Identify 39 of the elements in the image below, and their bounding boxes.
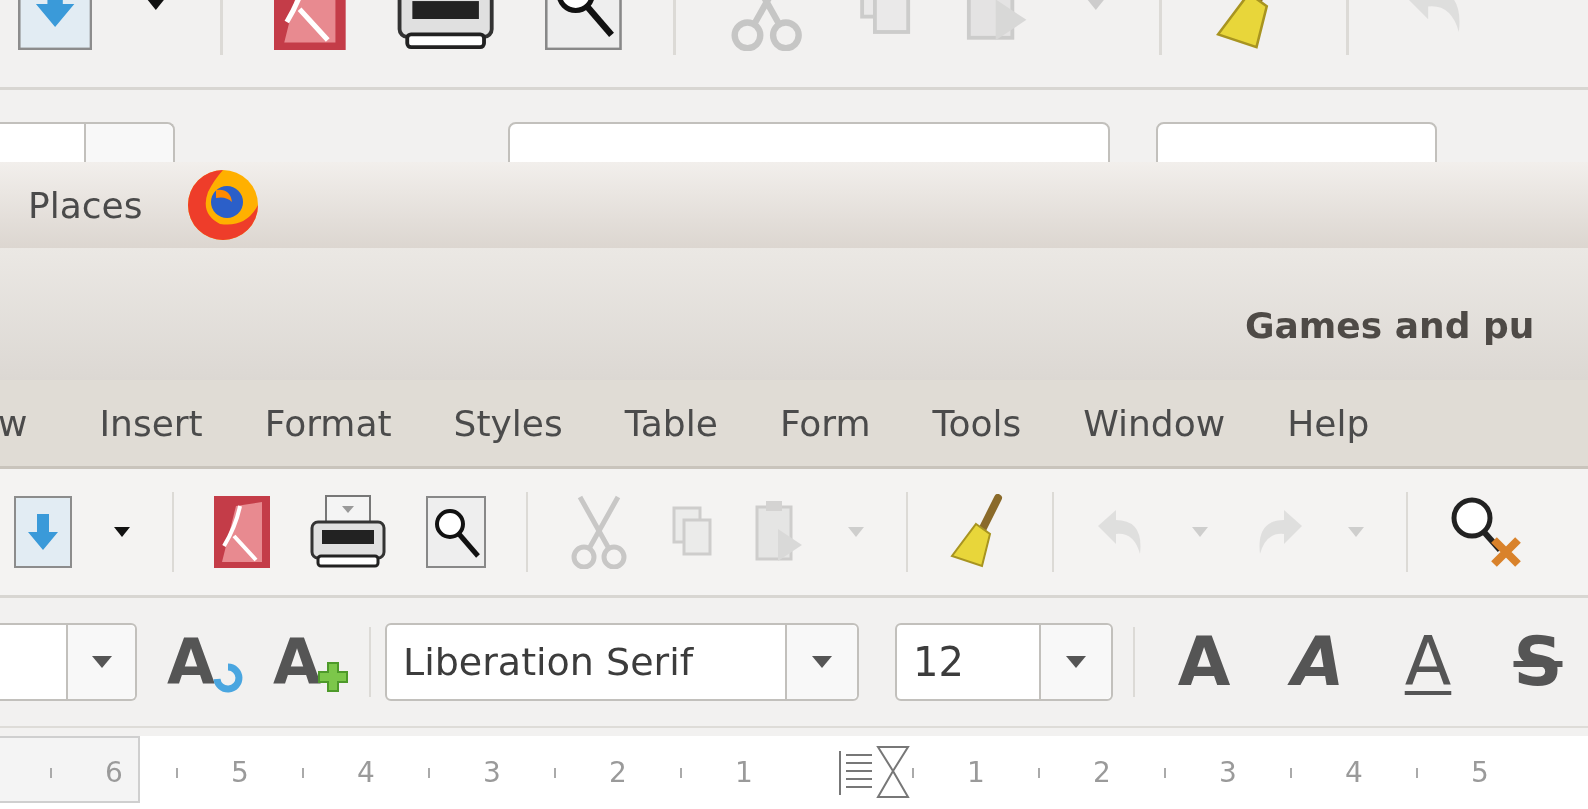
ruler-number: 4 <box>1344 756 1364 789</box>
ruler-number: 1 <box>966 756 986 789</box>
ruler-number: 5 <box>230 756 250 789</box>
dropdown-arrow-icon <box>1065 655 1087 669</box>
font-name-field[interactable]: Liberation Serif <box>385 623 859 701</box>
dropdown-arrow-icon <box>811 655 833 669</box>
paragraph-style-field[interactable] <box>0 623 137 701</box>
menu-item[interactable]: Form <box>779 402 871 444</box>
menu-item[interactable]: Styles <box>453 402 563 444</box>
menu-item[interactable]: Tools <box>932 402 1022 444</box>
caret-icon[interactable] <box>112 526 132 538</box>
menu-item[interactable]: Format <box>264 402 392 444</box>
underline-icon[interactable]: A <box>1393 628 1463 696</box>
browser-icon[interactable] <box>186 168 261 242</box>
printer-icon[interactable] <box>310 494 386 570</box>
bold-icon[interactable]: A <box>1169 628 1239 696</box>
menu-item[interactable]: Window <box>1083 402 1226 444</box>
menu-item[interactable]: Insert <box>99 402 203 444</box>
ruler-number: 3 <box>482 756 502 789</box>
dropdown-arrow-icon <box>90 655 113 669</box>
indent-marker-icon[interactable] <box>836 744 912 801</box>
font-size-field[interactable]: 12 <box>895 623 1113 701</box>
print-preview-icon[interactable] <box>426 496 486 568</box>
strikethrough-icon[interactable]: S <box>1503 628 1573 696</box>
menu-item[interactable]: Help <box>1287 402 1370 444</box>
ruler-number: 6 <box>104 756 124 789</box>
ruler-number: 2 <box>608 756 628 789</box>
window-title: Games and pu <box>1245 304 1535 346</box>
ruler-number: 3 <box>1218 756 1238 789</box>
ruler-number: 4 <box>356 756 376 789</box>
menu-item[interactable]: w <box>0 402 28 444</box>
ruler-number: 2 <box>1092 756 1112 789</box>
menu-item[interactable]: Table <box>624 402 718 444</box>
ruler-number: 1 <box>734 756 754 789</box>
italic-icon[interactable]: A <box>1283 628 1353 696</box>
ruler-number: 5 <box>1470 756 1490 789</box>
save-icon[interactable] <box>14 496 72 568</box>
pdf-export-icon[interactable] <box>214 496 270 568</box>
places-menu[interactable]: Places <box>28 184 143 226</box>
